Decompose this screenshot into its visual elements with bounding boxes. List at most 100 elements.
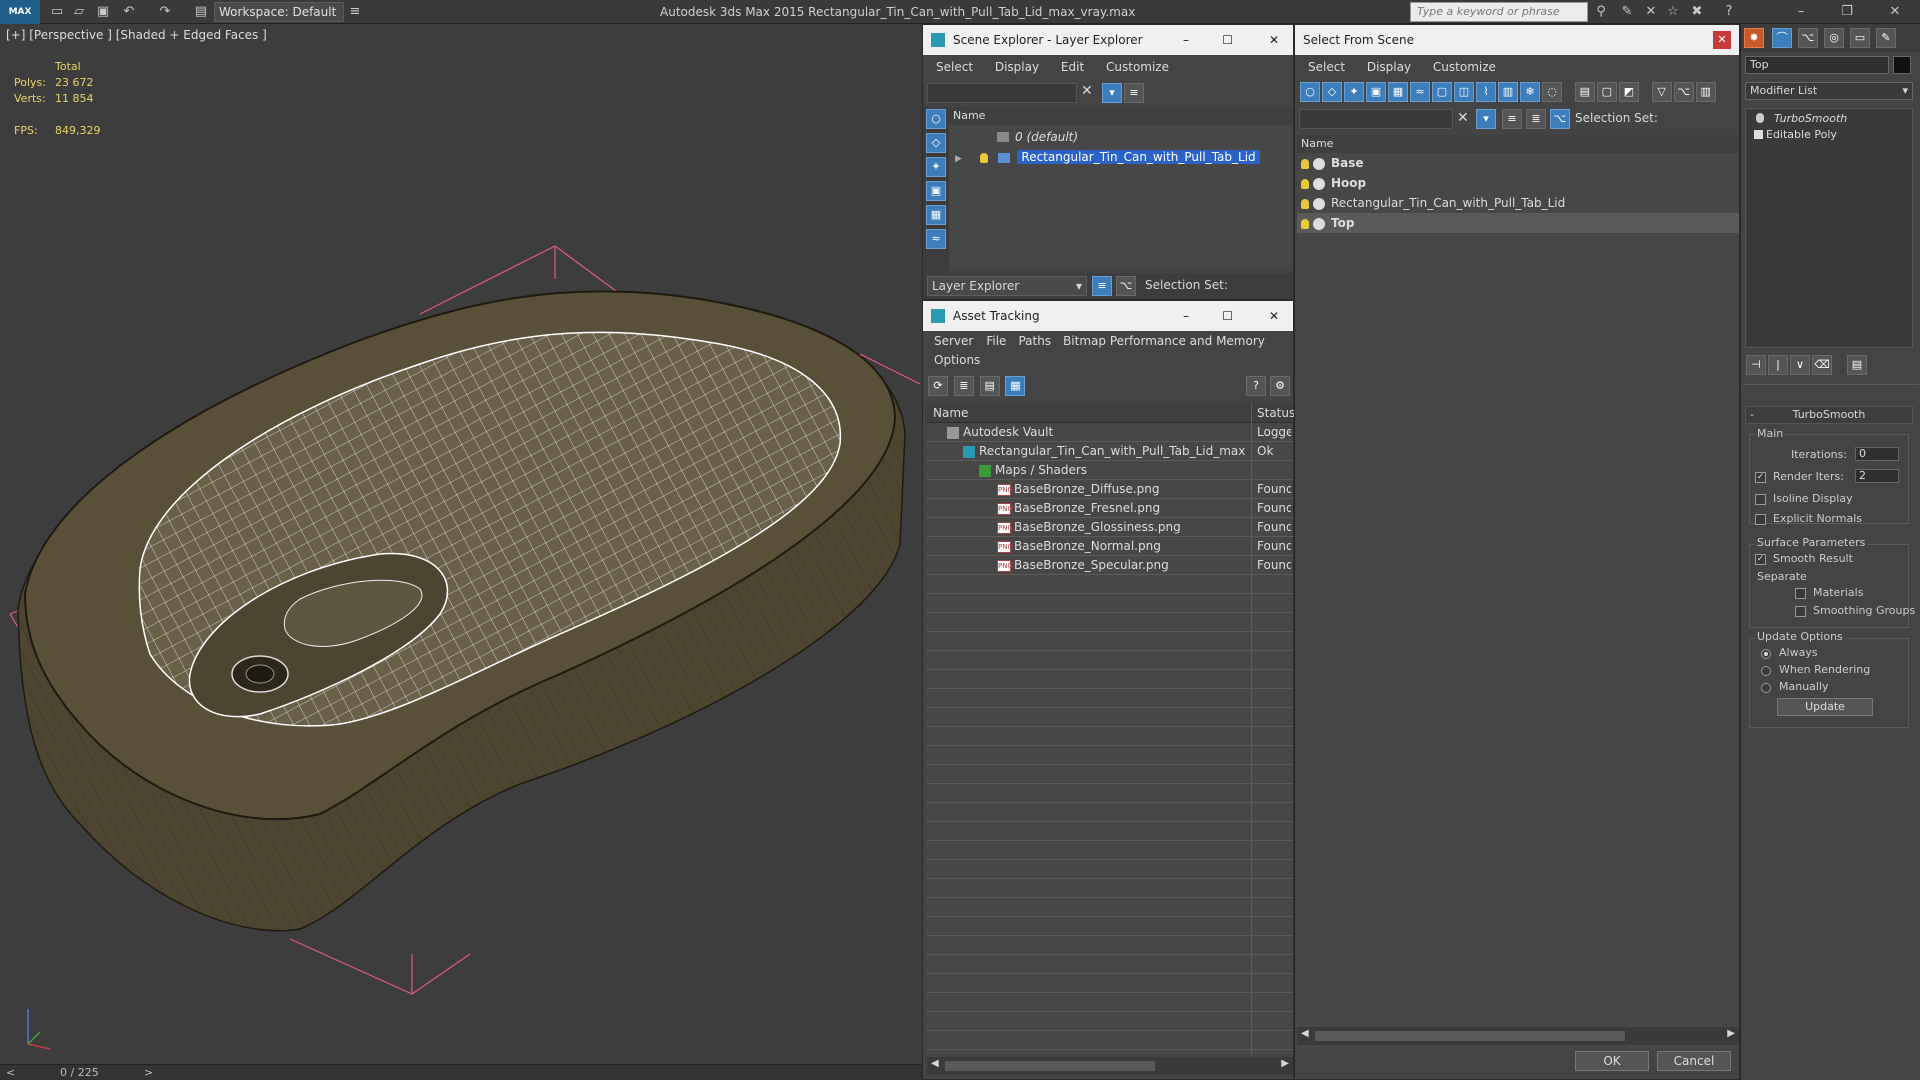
scroll-right-icon[interactable]: ▶ <box>1281 1058 1289 1069</box>
modify-tab-icon[interactable]: ⌒ <box>1772 28 1792 48</box>
workspace-menu-icon[interactable]: ≡ <box>346 3 364 21</box>
scroll-right-icon[interactable]: ▶ <box>1727 1028 1735 1039</box>
display-lights-icon[interactable]: ✦ <box>926 157 946 177</box>
clear-search-icon[interactable]: ✕ <box>1081 83 1093 99</box>
stack-item-editable-poly[interactable]: Editable Poly <box>1746 127 1912 143</box>
columns-icon[interactable]: ▥ <box>1695 82 1716 102</box>
always-radio[interactable] <box>1761 646 1776 660</box>
time-slider[interactable]: < 0 / 225 > <box>0 1064 922 1080</box>
turbosmooth-rollout-header[interactable]: - TurboSmooth <box>1745 406 1913 424</box>
containers-filter-icon[interactable]: ▥ <box>1498 82 1518 102</box>
shapes-filter-icon[interactable]: ◇ <box>1322 82 1342 102</box>
object-row[interactable]: Rectangular_Tin_Can_with_Pull_Tab_Lid <box>1297 193 1739 213</box>
expand-arrow-icon[interactable]: ▶ <box>955 154 962 164</box>
materials-checkbox[interactable] <box>1795 586 1811 600</box>
hierarchy-view-icon[interactable]: ⌥ <box>1673 82 1694 102</box>
display-shapes-icon[interactable]: ◇ <box>926 133 946 153</box>
object-row[interactable]: Hoop <box>1297 173 1739 193</box>
select-invert-icon[interactable]: ◩ <box>1618 82 1639 102</box>
xrefs-filter-icon[interactable]: ◫ <box>1454 82 1474 102</box>
layer-row-tin-can[interactable]: ▶ Rectangular_Tin_Can_with_Pull_Tab_Lid <box>949 147 1293 167</box>
column-header-name[interactable]: Name <box>933 403 968 422</box>
hierarchy-tab-icon[interactable]: ⌥ <box>1798 28 1818 48</box>
column-header-status[interactable]: Status <box>1257 403 1295 422</box>
manually-radio[interactable] <box>1761 680 1776 694</box>
exchange-icon[interactable]: ✖ <box>1688 3 1706 21</box>
save-icon[interactable]: ▣ <box>94 3 112 21</box>
display-tab-icon[interactable]: ▭ <box>1850 28 1870 48</box>
menu-select[interactable]: Select <box>927 55 982 79</box>
when-rendering-radio[interactable] <box>1761 663 1776 677</box>
help-icon[interactable]: ? <box>1246 376 1266 396</box>
settings-icon[interactable]: ⚙ <box>1270 376 1290 396</box>
menu-display[interactable]: Display <box>986 55 1048 79</box>
bulb-icon[interactable] <box>1301 218 1309 229</box>
bulb-icon[interactable] <box>1301 198 1309 209</box>
frozen-filter-icon[interactable]: ❄ <box>1520 82 1540 102</box>
isoline-checkbox[interactable] <box>1755 492 1771 506</box>
refresh-icon[interactable]: ⟳ <box>928 376 948 396</box>
menu-select[interactable]: Select <box>1299 55 1354 79</box>
scroll-thumb[interactable] <box>1315 1031 1625 1041</box>
app-logo[interactable]: MAX <box>0 0 40 24</box>
asset-row[interactable]: Rectangular_Tin_Can_with_Pull_Tab_Lid_ma… <box>927 442 1293 461</box>
bulb-icon[interactable] <box>1301 158 1309 169</box>
open-file-icon[interactable]: ▱ <box>70 3 88 21</box>
smooth-result-checkbox[interactable]: ✓ <box>1755 552 1771 566</box>
modifier-list-dropdown[interactable]: Modifier List ▾ <box>1745 82 1913 100</box>
bulb-icon[interactable] <box>1756 113 1764 123</box>
cameras-filter-icon[interactable]: ▣ <box>1366 82 1386 102</box>
select-from-scene-titlebar[interactable]: Select From Scene ✕ <box>1295 25 1739 55</box>
layer-display-icon[interactable]: ≣ <box>1526 109 1546 129</box>
asset-row[interactable]: PNGBaseBronze_Specular.png Found <box>927 556 1293 575</box>
checkbox-icon[interactable] <box>1795 606 1806 617</box>
column-header-name[interactable]: Name <box>1297 135 1739 153</box>
object-horizontal-scrollbar[interactable]: ◀ ▶ <box>1297 1027 1739 1045</box>
bulb-icon[interactable] <box>1301 178 1309 189</box>
ok-button[interactable]: OK <box>1575 1051 1649 1071</box>
display-cameras-icon[interactable]: ▣ <box>926 181 946 201</box>
project-folder-icon[interactable]: ▤ <box>192 3 210 21</box>
maximize-icon[interactable]: ☐ <box>1222 25 1233 55</box>
scroll-left-icon[interactable]: ◀ <box>1301 1028 1309 1039</box>
select-all-icon[interactable]: ▤ <box>1574 82 1595 102</box>
create-tab-icon[interactable]: ✸ <box>1744 28 1764 48</box>
menu-edit[interactable]: Edit <box>1052 55 1093 79</box>
bulb-icon[interactable] <box>979 152 988 163</box>
restore-icon[interactable]: ❐ <box>1838 3 1856 21</box>
asset-row[interactable]: PNGBaseBronze_Glossiness.png Found <box>927 518 1293 537</box>
list-view-icon[interactable]: ≣ <box>953 376 974 396</box>
explicit-normals-checkbox[interactable] <box>1755 512 1771 526</box>
workspace-dropdown[interactable]: Workspace: Default ▾ <box>214 2 344 37</box>
asset-row[interactable]: PNGBaseBronze_Fresnel.png Found <box>927 499 1293 518</box>
filter-funnel-icon[interactable]: ▽ <box>1651 82 1672 102</box>
menu-bitmap-performance[interactable]: Bitmap Performance and Memory <box>1059 331 1269 351</box>
layer-row-default[interactable]: 0 (default) <box>949 127 1293 147</box>
cancel-button[interactable]: Cancel <box>1657 1051 1731 1071</box>
find-options-icon[interactable]: ≡ <box>1502 109 1522 129</box>
close-icon[interactable]: ✕ <box>1886 3 1904 21</box>
menu-customize[interactable]: Customize <box>1424 55 1505 79</box>
asset-row[interactable]: Autodesk Vault Logge <box>927 423 1293 442</box>
scroll-left-icon[interactable]: ◀ <box>931 1058 939 1069</box>
checkbox-icon[interactable] <box>1755 494 1766 505</box>
menu-file[interactable]: File <box>982 331 1010 351</box>
object-name-field[interactable]: Top <box>1745 56 1889 74</box>
helpers-filter-icon[interactable]: ▦ <box>1388 82 1408 102</box>
menu-options[interactable]: Options <box>925 351 989 369</box>
minimize-icon[interactable]: – <box>1183 301 1189 331</box>
scene-search-input[interactable] <box>927 83 1077 103</box>
close-icon[interactable]: ✕ <box>1269 301 1279 331</box>
update-button[interactable]: Update <box>1777 698 1873 716</box>
perspective-viewport[interactable]: [+] [Perspective ] [Shaded + Edged Faces… <box>0 24 922 1064</box>
groups-filter-icon[interactable]: ▢ <box>1432 82 1452 102</box>
checkbox-icon[interactable] <box>1755 514 1766 525</box>
object-row[interactable]: Base <box>1297 153 1739 173</box>
object-color-swatch[interactable] <box>1893 56 1911 74</box>
redo-icon[interactable]: ↷ <box>156 3 174 21</box>
new-file-icon[interactable]: ▭ <box>48 3 66 21</box>
filter-icon[interactable]: ▾ <box>1102 83 1122 103</box>
close-icon[interactable]: ✕ <box>1713 31 1731 49</box>
search-input[interactable]: Type a keyword or phrase <box>1410 2 1588 22</box>
iterations-spinner[interactable]: 0 <box>1855 447 1899 461</box>
